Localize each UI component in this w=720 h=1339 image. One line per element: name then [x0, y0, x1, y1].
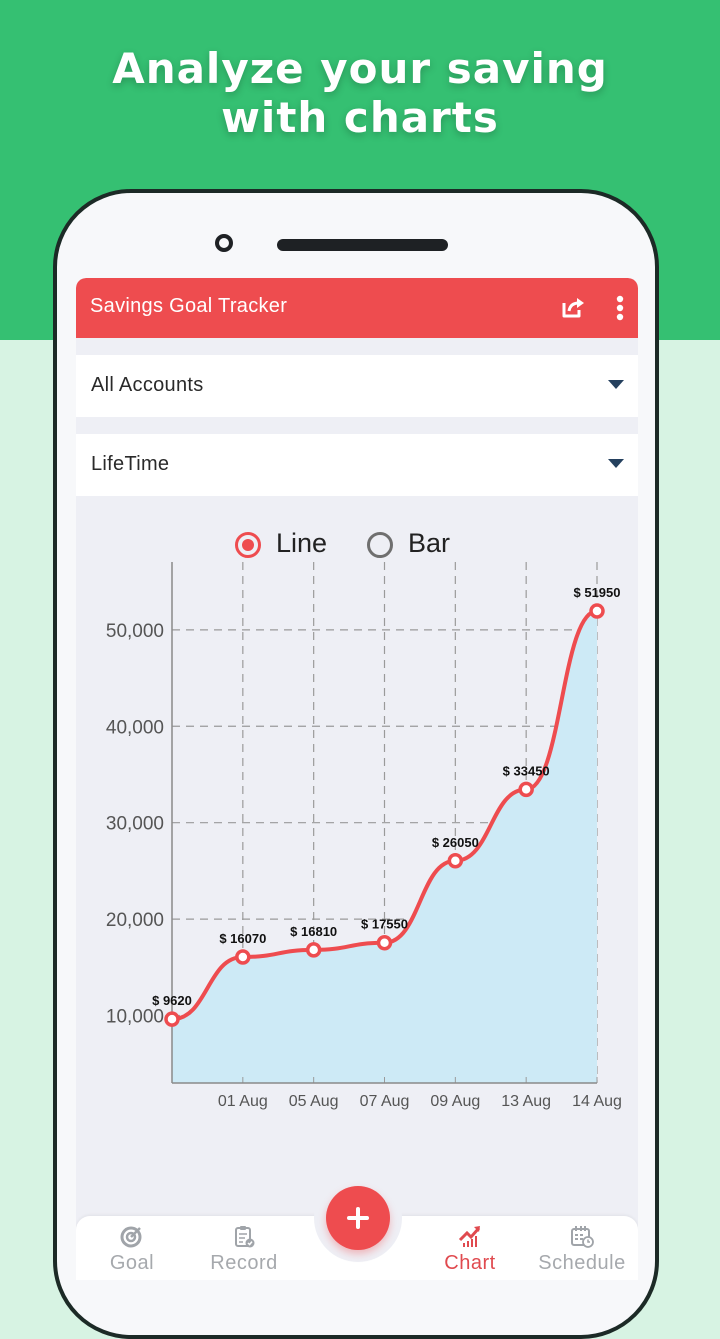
headline-line-2: with charts: [221, 93, 499, 142]
calendar-clock-icon: [571, 1226, 594, 1248]
account-dropdown[interactable]: All Accounts: [76, 355, 638, 417]
nav-item-schedule[interactable]: Schedule: [526, 1216, 638, 1280]
y-tick-label: 20,000: [106, 910, 164, 931]
nav-label-chart: Chart: [444, 1252, 496, 1274]
app-screen: Savings Goal Tracker All Accounts LifeTi…: [76, 278, 638, 1280]
more-vert-icon[interactable]: [610, 294, 630, 322]
y-tick-label: 40,000: [106, 717, 164, 738]
target-icon: [120, 1226, 142, 1248]
caret-down-icon: [608, 459, 624, 468]
savings-line-chart: 10,000 20,000 30,000 40,000 50,000 01 Aug 05 A…: [106, 562, 622, 1110]
data-label: $ 9620: [152, 993, 192, 1008]
nav-item-goal[interactable]: Goal: [76, 1216, 188, 1280]
caret-down-icon: [608, 380, 624, 389]
nav-item-chart[interactable]: Chart: [414, 1216, 526, 1280]
nav-item-record[interactable]: Record: [188, 1216, 300, 1280]
trending-chart-icon: [458, 1226, 481, 1247]
x-tick-label: 14 Aug: [572, 1093, 622, 1110]
data-label: $ 26050: [432, 835, 479, 850]
period-dropdown[interactable]: LifeTime: [76, 434, 638, 496]
promo-headline: Analyze your saving with charts: [0, 44, 720, 142]
y-tick-label: 50,000: [106, 621, 164, 642]
phone-speaker: [277, 239, 448, 251]
data-label: $ 16070: [219, 931, 266, 946]
data-point: [589, 603, 605, 619]
x-tick-label: 13 Aug: [501, 1093, 551, 1110]
data-label: $ 17550: [361, 917, 408, 932]
data-point: [305, 942, 322, 958]
nav-label-goal: Goal: [109, 1252, 155, 1274]
radio-line-label[interactable]: Line: [276, 528, 327, 559]
data-point: [376, 934, 393, 951]
data-point: [235, 949, 251, 965]
x-tick-label: 09 Aug: [430, 1093, 480, 1110]
y-tick-label: 10,000: [106, 1007, 164, 1028]
clipboard-check-icon: [235, 1226, 255, 1248]
data-label: $ 51950: [574, 585, 621, 600]
data-point: [518, 781, 534, 798]
x-tick-label: 05 Aug: [289, 1093, 339, 1110]
app-bar: Savings Goal Tracker: [76, 278, 638, 338]
data-point: [164, 1011, 180, 1027]
x-tick-label: 01 Aug: [218, 1093, 268, 1110]
data-label: $ 33450: [503, 763, 550, 778]
radio-bar[interactable]: [367, 532, 393, 558]
app-title: Savings Goal Tracker: [90, 295, 288, 317]
phone-camera: [215, 234, 233, 252]
add-record-button[interactable]: [326, 1186, 390, 1250]
x-tick-label: 07 Aug: [360, 1093, 410, 1110]
radio-line[interactable]: [235, 532, 261, 558]
nav-label-record: Record: [210, 1252, 278, 1274]
data-point: [447, 853, 464, 869]
nav-label-schedule: Schedule: [538, 1252, 626, 1274]
radio-bar-label[interactable]: Bar: [408, 528, 450, 559]
share-icon[interactable]: [560, 294, 586, 320]
data-label: $ 16810: [290, 924, 337, 939]
headline-line-1: Analyze your saving: [112, 44, 608, 93]
y-tick-label: 30,000: [106, 814, 164, 835]
account-dropdown-value: All Accounts: [91, 374, 204, 396]
period-dropdown-value: LifeTime: [91, 453, 170, 475]
